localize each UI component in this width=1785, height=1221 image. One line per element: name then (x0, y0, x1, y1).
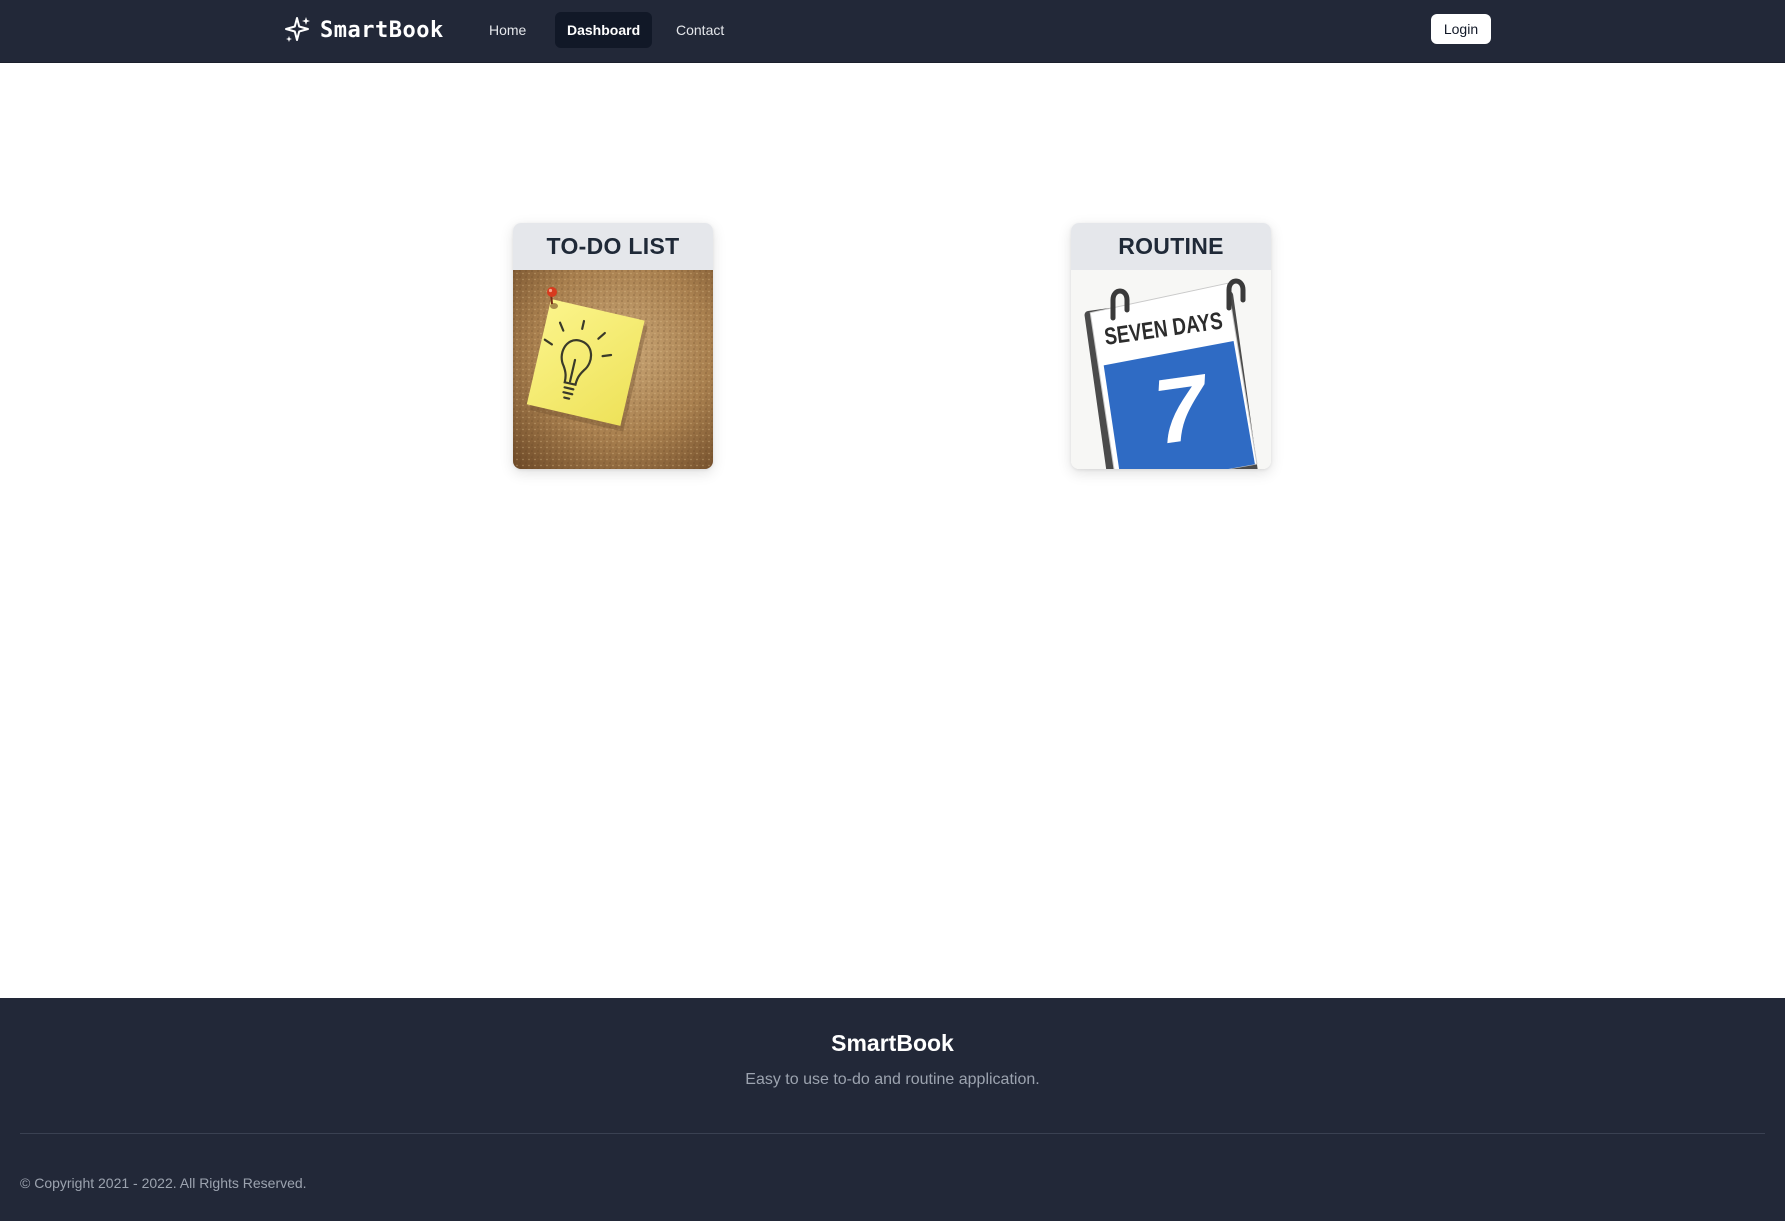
todo-card-title: TO-DO LIST (513, 223, 713, 270)
footer-divider (20, 1133, 1765, 1134)
routine-card-image: SEVEN DAYS 7 (1071, 270, 1271, 469)
todo-list-card[interactable]: TO-DO LIST (513, 223, 713, 469)
brand-name: SmartBook (320, 17, 444, 43)
nav-link-contact[interactable]: Contact (664, 12, 736, 48)
nav-link-home[interactable]: Home (477, 12, 538, 48)
footer-title: SmartBook (831, 1030, 954, 1056)
footer-tagline: Easy to use to-do and routine applicatio… (745, 1071, 1040, 1088)
nav-link-dashboard[interactable]: Dashboard (555, 12, 653, 48)
brand-logo-link[interactable]: SmartBook (284, 13, 444, 47)
footer-copyright: © Copyright 2021 - 2022. All Rights Rese… (20, 1175, 307, 1191)
sparkles-icon (284, 15, 312, 45)
routine-card-title: ROUTINE (1071, 223, 1271, 270)
site-footer: SmartBook Easy to use to-do and routine … (0, 998, 1785, 1221)
login-button[interactable]: Login (1431, 14, 1491, 44)
routine-card[interactable]: ROUTINE SEVEN DAYS 7 (1071, 223, 1271, 469)
top-navbar: SmartBook Home Dashboard Contact Login (0, 0, 1785, 63)
todo-card-image (513, 270, 713, 469)
